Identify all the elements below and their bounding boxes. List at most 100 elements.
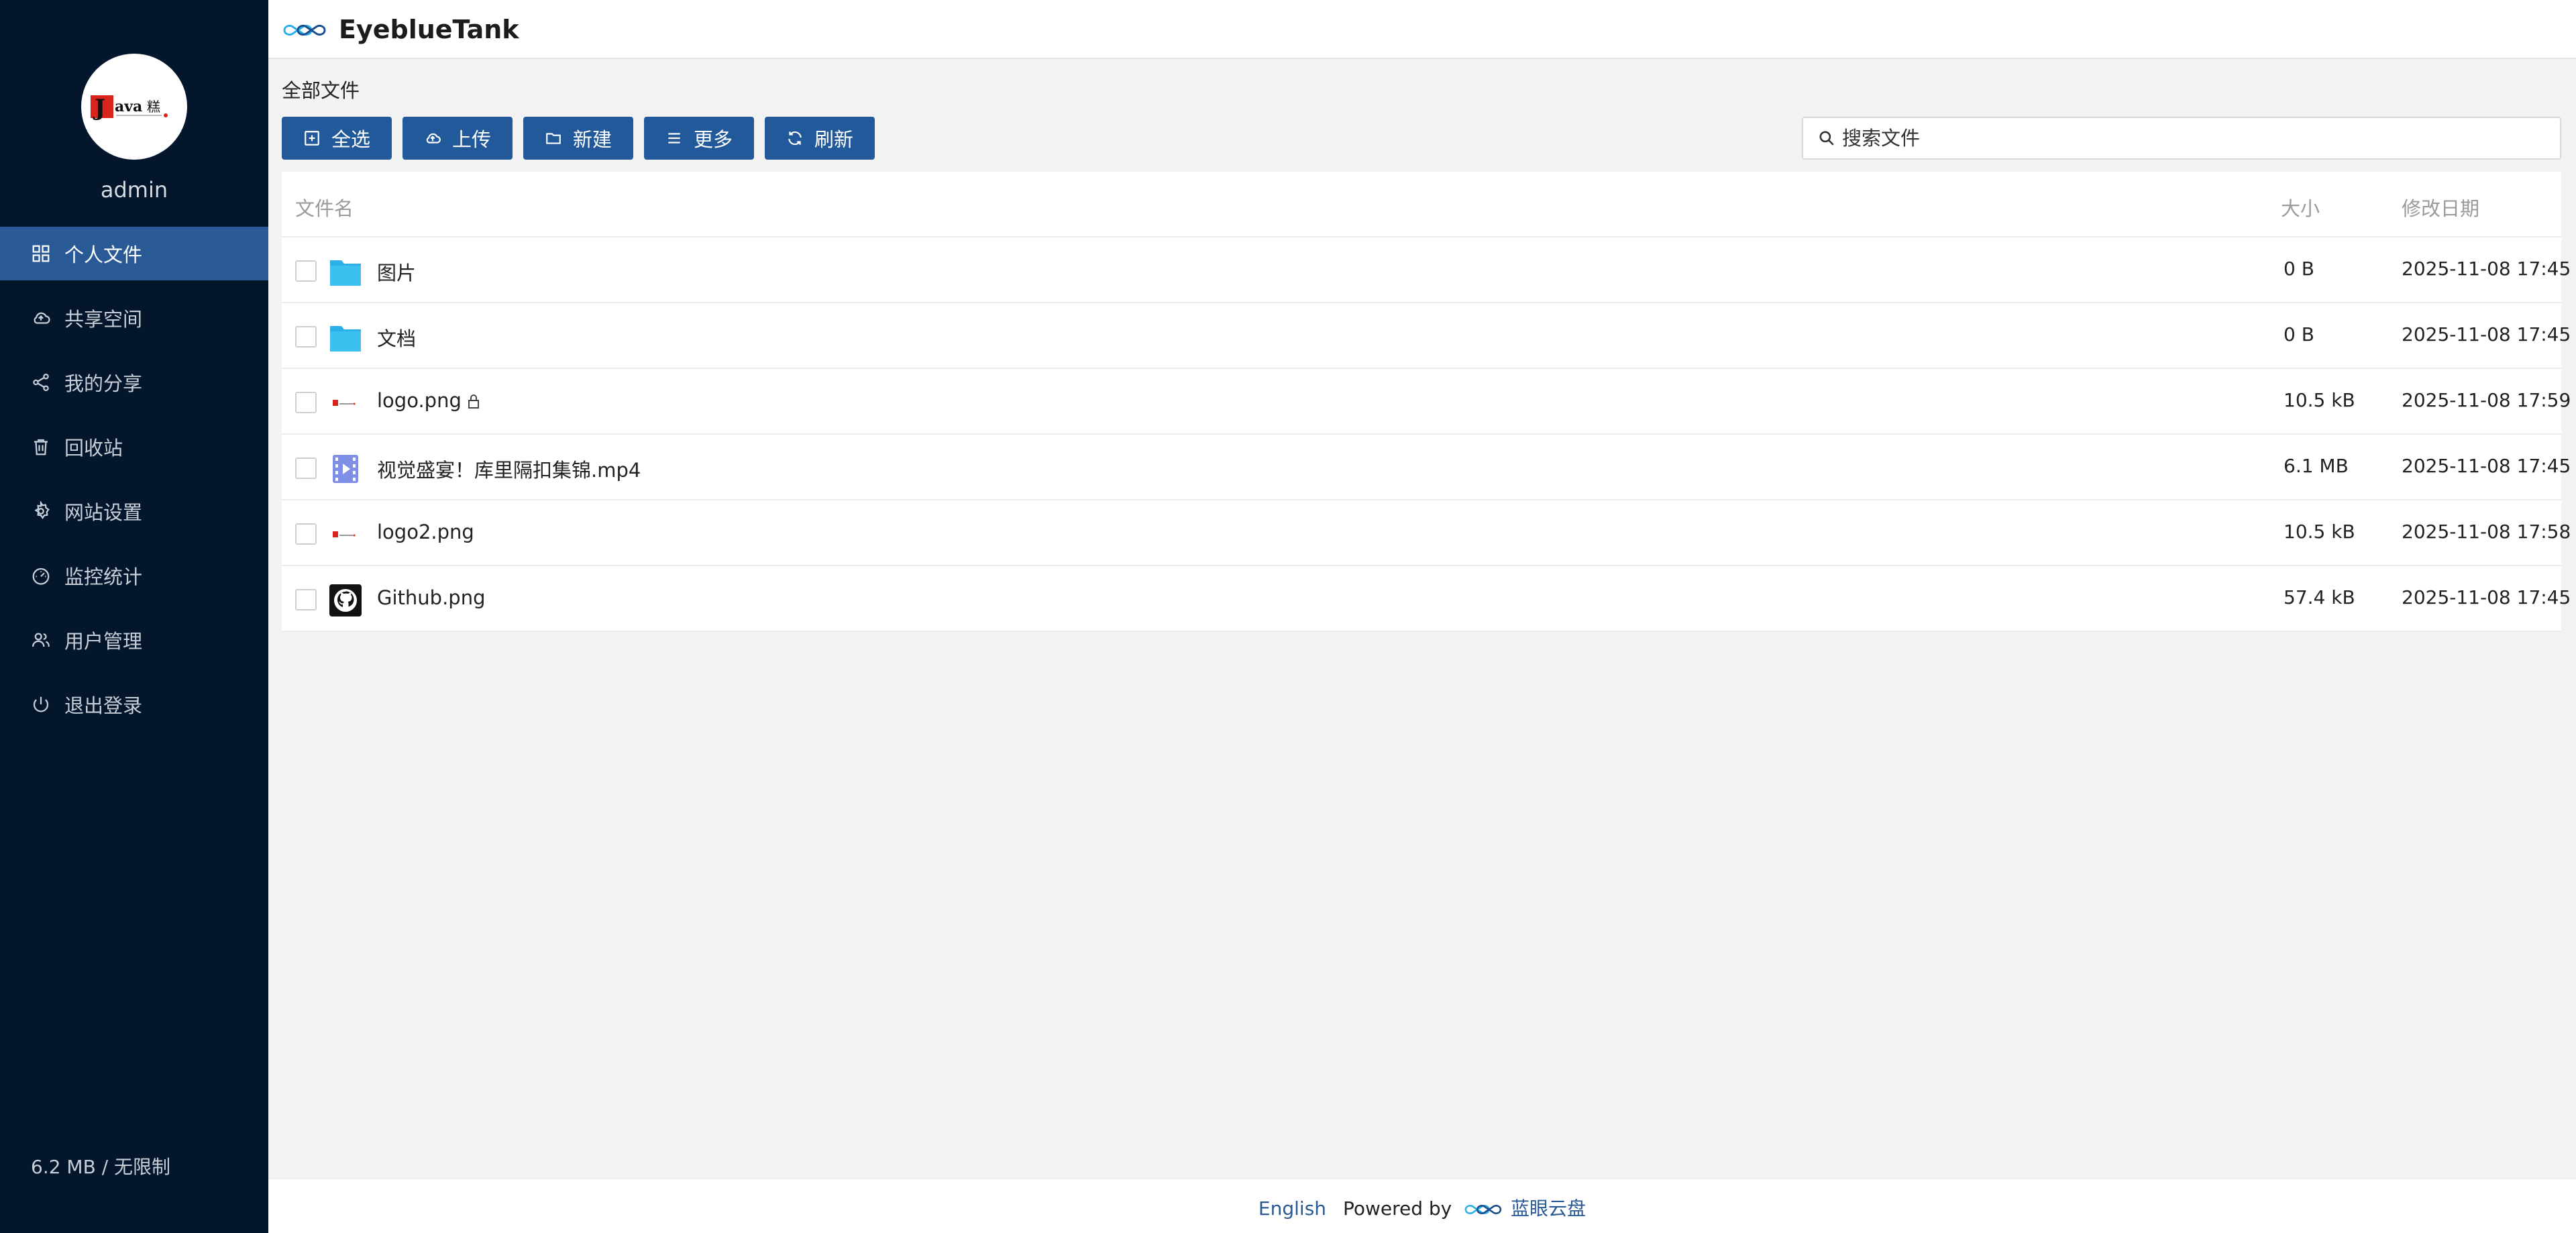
column-header-date[interactable]: 修改日期 [2402,193,2479,221]
footer-brand-link[interactable]: 蓝眼云盘 [1511,1197,1586,1220]
file-size: 0 B [2284,258,2314,280]
top-header: EyeblueTank [268,0,2576,59]
more-button[interactable]: 更多 [644,117,754,160]
file-name[interactable]: Github.png [377,586,485,609]
table-header: 文件名 大小 修改日期 [282,172,2561,237]
select-all-button[interactable]: 全选 [282,117,392,160]
file-name[interactable]: 图片 [377,258,416,286]
power-icon [31,694,51,714]
sidebar-item-user-management[interactable]: 用户管理 [0,613,268,667]
file-date: 2025-11-08 17:59 [2402,389,2571,411]
sidebar: J ava 糕 admin 个人文件 共享空间 我的分享 回收站 网站设置 监控… [0,0,268,1233]
sidebar-item-recycle-bin[interactable]: 回收站 [0,420,268,474]
file-size: 10.5 kB [2284,521,2355,543]
column-header-name[interactable]: 文件名 [295,193,354,221]
table-row[interactable]: 文档 0 B 2025-11-08 17:45 [282,303,2571,369]
folder-outline-icon [546,133,561,144]
select-all-label: 全选 [331,128,370,151]
folder-icon [330,326,361,352]
infinity-logo-icon [1464,1205,1502,1214]
file-date: 2025-11-08 17:45 [2402,455,2571,477]
upload-button[interactable]: 上传 [402,117,513,160]
refresh-button[interactable]: 刷新 [765,117,875,160]
checkbox-plus-icon [305,131,319,146]
upload-label: 上传 [451,128,491,151]
row-checkbox[interactable] [295,326,317,347]
search-input[interactable] [1842,127,2513,150]
table-row[interactable]: logo.png 10.5 kB 2025-11-08 17:59 [282,369,2571,435]
sidebar-item-label: 监控统计 [64,566,143,588]
table-row[interactable]: 视觉盛宴！库里隔扣集锦.mp4 6.1 MB 2025-11-08 17:45 [282,435,2571,500]
file-date: 2025-11-08 17:58 [2402,521,2571,543]
sidebar-item-my-shares[interactable]: 我的分享 [0,356,268,409]
file-size: 10.5 kB [2284,389,2355,411]
video-file-icon [333,455,358,483]
sidebar-item-label: 用户管理 [64,630,143,653]
breadcrumb[interactable]: 全部文件 [282,75,360,103]
more-label: 更多 [693,128,733,151]
table-row[interactable]: 图片 0 B 2025-11-08 17:45 [282,237,2571,303]
file-name[interactable]: 视觉盛宴！库里隔扣集锦.mp4 [377,455,641,483]
file-table: 文件名 大小 修改日期 图片 0 B 2025-11-08 17:45 文档 0… [282,172,2571,632]
svg-text:糕: 糕 [147,99,160,115]
cloud-upload-icon [426,133,441,144]
footer-content: English Powered by 蓝眼云盘 [268,1194,2576,1221]
refresh-icon [788,131,802,146]
column-header-size[interactable]: 大小 [2281,193,2320,221]
row-checkbox[interactable] [295,589,317,610]
grid-icon [31,244,51,264]
github-icon [329,584,362,616]
username: admin [100,177,168,203]
share-icon [31,372,51,392]
svg-text:ava: ava [115,98,142,115]
infinity-logo-icon[interactable] [282,20,326,40]
language-link[interactable]: English [1258,1197,1326,1220]
svg-text:J: J [93,95,105,121]
image-thumbnail-icon [333,531,356,537]
gear-icon [31,501,51,521]
sidebar-item-label: 个人文件 [64,244,143,266]
new-button[interactable]: 新建 [523,117,633,160]
folder-icon [330,260,361,286]
file-name[interactable]: logo.png [377,389,480,412]
file-date: 2025-11-08 17:45 [2402,323,2571,345]
row-checkbox[interactable] [295,392,317,413]
sidebar-item-label: 退出登录 [64,694,143,717]
java-logo-icon: J ava 糕 [91,95,168,121]
file-date: 2025-11-08 17:45 [2402,586,2571,608]
file-name-text: logo.png [377,389,462,412]
row-checkbox[interactable] [295,523,317,545]
sidebar-item-logout[interactable]: 退出登录 [0,678,268,731]
file-size: 6.1 MB [2284,455,2349,477]
row-checkbox[interactable] [295,260,317,282]
sidebar-item-label: 共享空间 [64,308,143,331]
sidebar-item-monitoring[interactable]: 监控统计 [0,549,268,602]
powered-by-text: Powered by [1342,1197,1452,1220]
lock-icon [468,394,479,409]
sidebar-item-shared-space[interactable]: 共享空间 [0,291,268,345]
trash-icon [31,437,51,457]
storage-quota: 6.2 MB / 无限制 [31,1156,171,1178]
new-label: 新建 [572,128,612,151]
row-checkbox[interactable] [295,458,317,479]
file-size: 57.4 kB [2284,586,2355,608]
sidebar-item-personal-files[interactable]: 个人文件 [0,227,268,280]
sidebar-item-label: 网站设置 [64,501,143,524]
file-name[interactable]: logo2.png [377,521,474,543]
file-name[interactable]: 文档 [377,323,416,352]
table-row[interactable]: Github.png 57.4 kB 2025-11-08 17:45 [282,566,2571,632]
search-box[interactable] [1802,117,2561,160]
footer: English Powered by 蓝眼云盘 [268,1179,2576,1233]
search-icon [1819,131,1834,146]
table-row[interactable]: logo2.png 10.5 kB 2025-11-08 17:58 [282,500,2571,566]
file-size: 0 B [2284,323,2314,345]
users-icon [31,630,51,650]
file-date: 2025-11-08 17:45 [2402,258,2571,280]
sidebar-item-site-settings[interactable]: 网站设置 [0,484,268,538]
menu-icon [668,133,680,144]
image-thumbnail-icon [333,400,356,406]
avatar[interactable]: J ava 糕 [81,54,187,160]
brand-name[interactable]: EyeblueTank [339,15,519,44]
sidebar-item-label: 我的分享 [64,372,143,395]
refresh-label: 刷新 [814,128,853,151]
